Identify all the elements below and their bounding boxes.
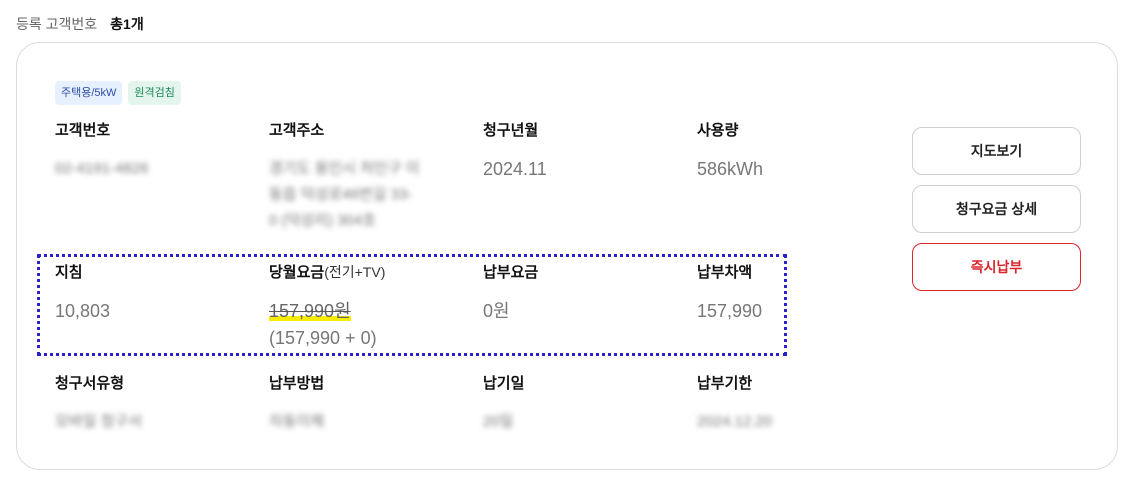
customer-address-field: 고객주소 경기도 용인시 처인구 이 동읍 덕성로46번길 33- 0 (덕성리…	[269, 119, 469, 234]
payment-method-field: 납부방법 자동이체	[269, 372, 324, 435]
usage-field: 사용량 586kWh	[697, 119, 763, 182]
meter-reading-label: 지침	[55, 264, 83, 281]
due-day-field: 납기일 20일	[483, 372, 524, 435]
address-line-1: 경기도 용인시 처인구 이	[269, 160, 420, 177]
payment-difference-value: 157,990	[697, 301, 763, 321]
bill-detail-button[interactable]: 청구요금 상세	[912, 185, 1081, 233]
highlight-box	[37, 254, 787, 356]
payment-difference-label: 납부차액	[697, 264, 753, 281]
tariff-tag: 주택용/5kW	[55, 81, 123, 105]
map-view-button[interactable]: 지도보기	[912, 127, 1081, 175]
bill-type-value: 모바일 청구서	[55, 413, 142, 430]
customer-address-label: 고객주소	[269, 122, 325, 139]
customer-summary: 등록 고객번호 총1개	[16, 14, 144, 34]
usage-value: 586kWh	[697, 159, 764, 179]
usage-label: 사용량	[697, 122, 739, 139]
due-date-label: 납부기한	[697, 375, 753, 392]
billing-month-label: 청구년월	[483, 122, 539, 139]
monthly-fee-label-sub: (전기+TV)	[324, 264, 386, 280]
monthly-fee-value-wrap: 157,990원	[269, 298, 385, 324]
payment-difference-field: 납부차액 157,990	[697, 261, 762, 324]
meter-reading-value: 10,803	[55, 301, 111, 321]
paid-amount-field: 납부요금 0원	[483, 261, 538, 324]
meter-reading-field: 지침 10,803	[55, 261, 110, 324]
billing-month-field: 청구년월 2024.11	[483, 119, 547, 182]
tag-list: 주택용/5kW 원격검침	[55, 81, 181, 105]
summary-label: 등록 고객번호	[16, 16, 98, 32]
due-day-label: 납기일	[483, 375, 525, 392]
customer-number-field: 고객번호 02-4191-4826	[55, 119, 148, 182]
monthly-fee-label-text: 당월요금	[269, 264, 325, 281]
due-day-value: 20일	[483, 413, 514, 430]
payment-method-label: 납부방법	[269, 375, 325, 392]
monthly-fee-label: 당월요금(전기+TV)	[269, 261, 385, 282]
billing-month-value: 2024.11	[483, 159, 547, 179]
monthly-fee-breakdown: (157,990 + 0)	[269, 328, 377, 348]
monthly-fee-field: 당월요금(전기+TV) 157,990원 (157,990 + 0)	[269, 261, 385, 349]
paid-amount-label: 납부요금	[483, 264, 539, 281]
due-date-field: 납부기한 2024.12.20	[697, 372, 772, 435]
customer-number-label: 고객번호	[55, 122, 111, 139]
pay-now-button[interactable]: 즉시납부	[912, 243, 1081, 291]
address-line-2: 동읍 덕성로46번길 33-	[269, 186, 413, 203]
payment-method-value: 자동이체	[269, 413, 325, 430]
customer-card: 주택용/5kW 원격검침 고객번호 02-4191-4826 고객주소 경기도 …	[16, 42, 1118, 470]
due-date-value: 2024.12.20	[697, 413, 773, 430]
monthly-fee-value: 157,990원	[269, 301, 351, 321]
address-line-3: 0 (덕성리) 304호	[269, 212, 376, 229]
summary-count: 총1개	[110, 16, 144, 32]
customer-number-value: 02-4191-4826	[55, 160, 149, 177]
paid-amount-value: 0원	[483, 301, 510, 321]
bill-type-field: 청구서유형 모바일 청구서	[55, 372, 142, 435]
reading-method-tag: 원격검침	[128, 81, 181, 105]
customer-address-value: 경기도 용인시 처인구 이 동읍 덕성로46번길 33- 0 (덕성리) 304…	[269, 156, 469, 234]
bill-type-label: 청구서유형	[55, 375, 125, 392]
